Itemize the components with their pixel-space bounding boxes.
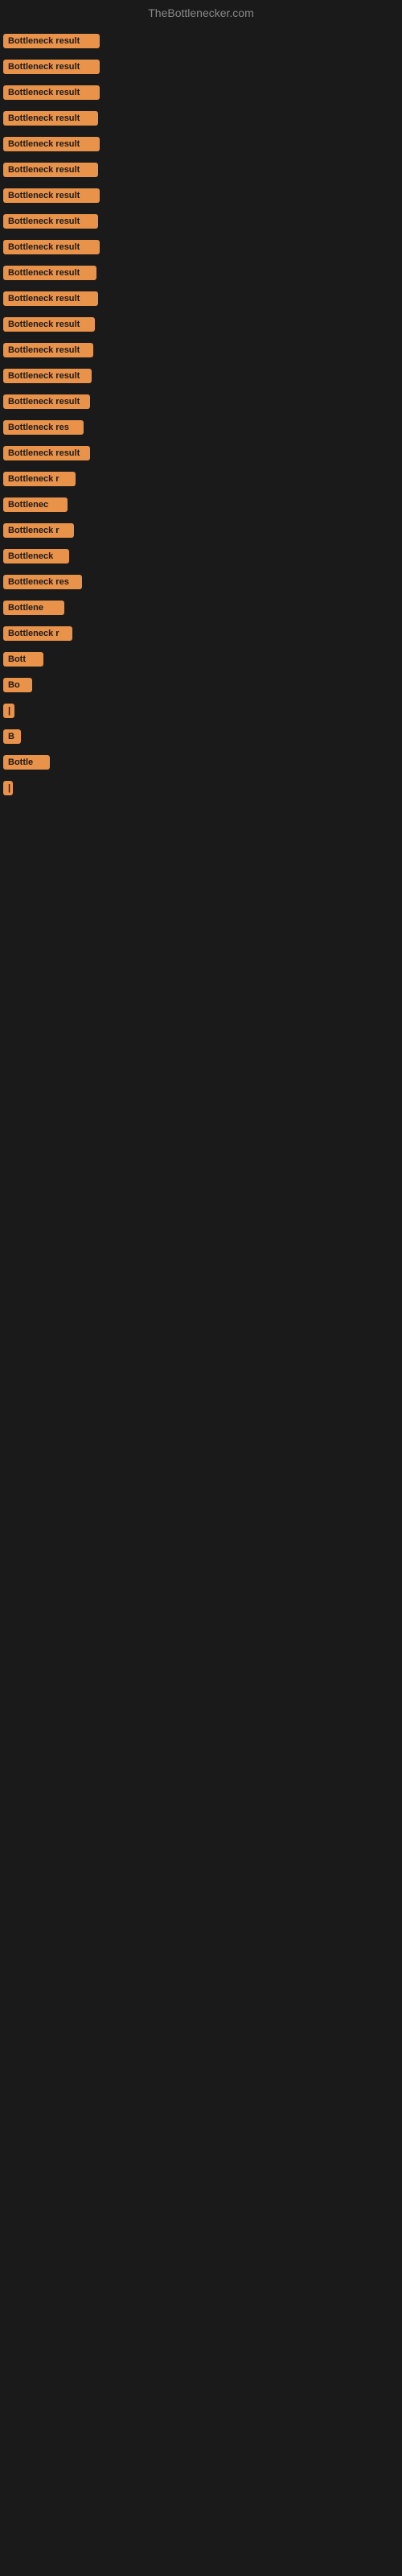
bottleneck-badge: Bottleneck result bbox=[3, 137, 100, 151]
list-item: Bottleneck r bbox=[0, 621, 402, 646]
bottleneck-badge: Bottleneck result bbox=[3, 214, 98, 229]
bottleneck-badge: B bbox=[3, 729, 21, 744]
bottleneck-badge: Bottleneck result bbox=[3, 446, 90, 460]
list-item: Bottlene bbox=[0, 596, 402, 620]
list-item: Bottleneck result bbox=[0, 390, 402, 414]
list-item: Bott bbox=[0, 647, 402, 671]
bottleneck-badge: Bottleneck r bbox=[3, 523, 74, 538]
bottleneck-badge: Bottleneck result bbox=[3, 60, 100, 74]
bottleneck-badge: Bottleneck result bbox=[3, 394, 90, 409]
bottleneck-badge: Bott bbox=[3, 652, 43, 667]
list-item: Bottlenec bbox=[0, 493, 402, 517]
bottleneck-badge: Bottleneck result bbox=[3, 85, 100, 100]
bottleneck-badge: Bottleneck res bbox=[3, 575, 82, 589]
bottleneck-badge: Bottle bbox=[3, 755, 50, 770]
list-item: Bottleneck result bbox=[0, 287, 402, 311]
list-item: Bottleneck r bbox=[0, 467, 402, 491]
list-item: Bottleneck result bbox=[0, 55, 402, 79]
list-item: Bottleneck res bbox=[0, 570, 402, 594]
list-item: Bottleneck result bbox=[0, 338, 402, 362]
list-item: B bbox=[0, 724, 402, 749]
list-item: Bottleneck result bbox=[0, 106, 402, 130]
list-item: Bottleneck result bbox=[0, 184, 402, 208]
bottleneck-badge: Bottleneck result bbox=[3, 343, 93, 357]
bottleneck-badge: Bottleneck res bbox=[3, 420, 84, 435]
bottleneck-badge: Bottlene bbox=[3, 601, 64, 615]
list-item: Bottleneck result bbox=[0, 29, 402, 53]
list-item: | bbox=[0, 776, 402, 800]
bottleneck-badge: Bottlenec bbox=[3, 497, 68, 512]
bottleneck-badge: Bottleneck bbox=[3, 549, 69, 564]
list-item: Bottleneck result bbox=[0, 261, 402, 285]
list-item: Bottleneck r bbox=[0, 518, 402, 543]
list-item: Bottle bbox=[0, 750, 402, 774]
list-item: Bottleneck result bbox=[0, 235, 402, 259]
list-item: Bottleneck result bbox=[0, 441, 402, 465]
bottleneck-badge: | bbox=[3, 704, 14, 718]
list-item: Bottleneck result bbox=[0, 312, 402, 336]
bottleneck-badge: Bottleneck r bbox=[3, 626, 72, 641]
bottleneck-badge: | bbox=[3, 781, 13, 795]
list-item: Bottleneck res bbox=[0, 415, 402, 440]
list-item: | bbox=[0, 699, 402, 723]
bottleneck-badge: Bottleneck result bbox=[3, 240, 100, 254]
list-item: Bottleneck result bbox=[0, 209, 402, 233]
list-item: Bottleneck result bbox=[0, 80, 402, 105]
site-title-text: TheBottlenecker.com bbox=[148, 6, 254, 19]
bottleneck-badge: Bottleneck result bbox=[3, 188, 100, 203]
bottleneck-badge: Bottleneck result bbox=[3, 34, 100, 48]
list-item: Bo bbox=[0, 673, 402, 697]
bottleneck-badge: Bottleneck result bbox=[3, 266, 96, 280]
bottleneck-list: Bottleneck result Bottleneck result Bottle… bbox=[0, 26, 402, 800]
site-title: TheBottlenecker.com bbox=[0, 0, 402, 26]
list-item: Bottleneck result bbox=[0, 158, 402, 182]
list-item: Bottleneck bbox=[0, 544, 402, 568]
bottleneck-badge: Bottleneck result bbox=[3, 163, 98, 177]
bottleneck-badge: Bottleneck r bbox=[3, 472, 76, 486]
list-item: Bottleneck result bbox=[0, 364, 402, 388]
bottleneck-badge: Bottleneck result bbox=[3, 111, 98, 126]
list-item: Bottleneck result bbox=[0, 132, 402, 156]
bottleneck-badge: Bottleneck result bbox=[3, 317, 95, 332]
bottleneck-badge: Bo bbox=[3, 678, 32, 692]
bottleneck-badge: Bottleneck result bbox=[3, 369, 92, 383]
bottleneck-badge: Bottleneck result bbox=[3, 291, 98, 306]
